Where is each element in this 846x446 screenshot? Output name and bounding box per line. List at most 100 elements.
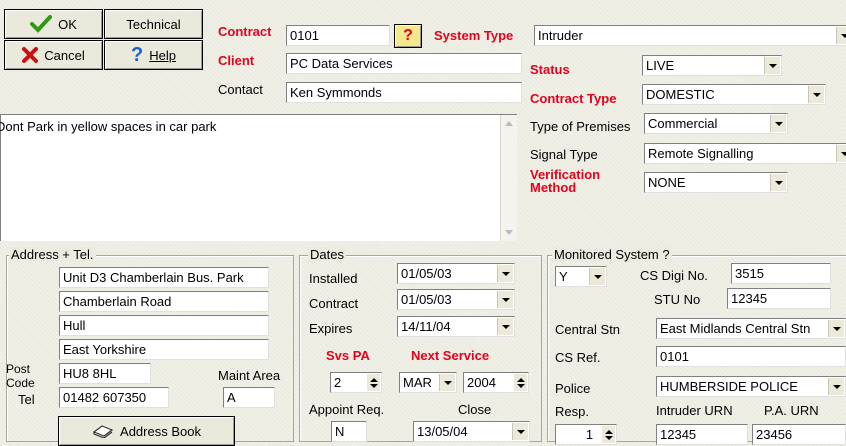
cancel-label: Cancel bbox=[44, 47, 85, 63]
chevron-down-icon bbox=[512, 423, 528, 440]
spin-arrows-icon[interactable] bbox=[367, 374, 380, 391]
notes-text: Dont Park in yellow spaces in car park bbox=[0, 119, 217, 134]
client-field[interactable]: PC Data Services bbox=[286, 53, 522, 74]
contract-date-label: Contract bbox=[309, 296, 359, 311]
monitored-group-title: Monitored System ? bbox=[552, 247, 672, 262]
next-service-year-spinner[interactable]: 2004 bbox=[463, 372, 529, 393]
technical-label: Technical bbox=[126, 16, 181, 32]
expires-label: Expires bbox=[309, 321, 353, 336]
spin-arrows-icon[interactable] bbox=[602, 426, 615, 443]
resp-label: Resp. bbox=[555, 404, 589, 419]
address-book-button[interactable]: Address Book bbox=[58, 416, 235, 446]
contract-type-label: Contract Type bbox=[530, 91, 617, 106]
chevron-down-icon bbox=[497, 291, 513, 308]
pa-urn-field[interactable]: 23456 bbox=[752, 424, 846, 445]
chevron-down-icon bbox=[497, 265, 513, 282]
next-service-label: Next Service bbox=[411, 348, 490, 363]
chevron-down-icon bbox=[836, 27, 846, 44]
cs-ref-label: CS Ref. bbox=[555, 350, 601, 365]
technical-button[interactable]: Technical bbox=[104, 9, 203, 39]
system-type-select[interactable]: Intruder bbox=[534, 25, 846, 46]
chevron-down-icon bbox=[828, 378, 844, 395]
ok-label: OK bbox=[58, 16, 77, 32]
spin-arrows-icon[interactable] bbox=[514, 374, 527, 391]
checkmark-icon bbox=[30, 15, 53, 33]
maint-area-label: Maint Area bbox=[218, 368, 281, 383]
contract-date-field[interactable]: 01/05/03 bbox=[397, 289, 515, 310]
contract-type-select[interactable]: DOMESTIC bbox=[642, 84, 826, 105]
verification-select[interactable]: NONE bbox=[644, 172, 788, 193]
intruder-urn-label: Intruder URN bbox=[656, 403, 733, 418]
tel-label: Tel bbox=[18, 392, 35, 407]
pa-urn-label: P.A. URN bbox=[764, 403, 819, 418]
notes-scrollbar[interactable] bbox=[500, 115, 517, 241]
chevron-down-icon bbox=[828, 320, 844, 337]
chevron-down-icon bbox=[770, 115, 786, 132]
client-label: Client bbox=[218, 53, 255, 68]
premises-label: Type of Premises bbox=[530, 119, 631, 134]
close-date-field[interactable]: 13/05/04 bbox=[413, 421, 530, 442]
installed-label: Installed bbox=[309, 271, 358, 286]
address-line-3[interactable]: Hull bbox=[59, 315, 269, 336]
monitored-select[interactable]: Y bbox=[555, 266, 607, 287]
help-label: Help bbox=[149, 47, 176, 63]
installed-date-field[interactable]: 01/05/03 bbox=[397, 263, 515, 284]
cs-digi-label: CS Digi No. bbox=[640, 268, 708, 283]
svs-pa-label: Svs PA bbox=[326, 348, 370, 363]
expires-date-field[interactable]: 14/11/04 bbox=[397, 316, 515, 337]
appoint-req-label: Appoint Req. bbox=[309, 402, 385, 417]
chevron-down-icon bbox=[770, 174, 786, 191]
question-mark-icon: ? bbox=[403, 27, 413, 44]
next-service-month-select[interactable]: MAR bbox=[399, 372, 457, 393]
stu-no-field[interactable]: 12345 bbox=[727, 288, 831, 309]
central-stn-label: Central Stn bbox=[555, 322, 621, 337]
signal-type-label: Signal Type bbox=[530, 147, 598, 162]
central-stn-select[interactable]: East Midlands Central Stn bbox=[656, 318, 846, 339]
appoint-req-field[interactable]: N bbox=[331, 421, 367, 442]
address-book-label: Address Book bbox=[120, 423, 201, 439]
chevron-down-icon bbox=[836, 145, 846, 162]
contract-label: Contract bbox=[218, 24, 272, 39]
ok-button[interactable]: OK bbox=[4, 9, 103, 39]
postcode-field[interactable]: HU8 8HL bbox=[59, 363, 151, 384]
intruder-urn-field[interactable]: 12345 bbox=[656, 424, 748, 445]
book-icon bbox=[92, 425, 114, 438]
scroll-up-icon[interactable] bbox=[505, 121, 513, 126]
address-line-1[interactable]: Unit D3 Chamberlain Bus. Park bbox=[59, 267, 269, 288]
chevron-down-icon bbox=[808, 86, 824, 103]
scroll-down-icon[interactable] bbox=[505, 230, 513, 235]
svs-pa-spinner[interactable]: 2 bbox=[330, 372, 382, 393]
chevron-down-icon bbox=[439, 374, 455, 391]
police-label: Police bbox=[555, 381, 591, 396]
cs-ref-field[interactable]: 0101 bbox=[656, 346, 846, 367]
contact-field[interactable]: Ken Symmonds bbox=[286, 82, 522, 103]
stu-no-label: STU No bbox=[654, 292, 701, 307]
cs-digi-field[interactable]: 3515 bbox=[731, 263, 831, 284]
contract-field[interactable]: 0101 bbox=[286, 25, 390, 46]
chevron-down-icon bbox=[764, 57, 780, 74]
dates-group-title: Dates bbox=[308, 247, 346, 262]
verification-label: Verification Method bbox=[530, 167, 601, 195]
status-label: Status bbox=[530, 62, 570, 77]
contract-lookup-button[interactable]: ? bbox=[394, 24, 422, 48]
system-type-label: System Type bbox=[434, 28, 514, 43]
police-select[interactable]: HUMBERSIDE POLICE bbox=[656, 376, 846, 397]
cancel-button[interactable]: Cancel bbox=[4, 40, 103, 70]
signal-type-select[interactable]: Remote Signalling bbox=[644, 143, 846, 164]
status-select[interactable]: LIVE bbox=[642, 55, 782, 76]
cross-icon bbox=[22, 47, 39, 63]
help-button[interactable]: ? Help bbox=[104, 40, 203, 70]
address-line-2[interactable]: Chamberlain Road bbox=[59, 291, 269, 312]
premises-select[interactable]: Commercial bbox=[644, 113, 788, 134]
address-group-title: Address + Tel. bbox=[9, 247, 96, 262]
tel-field[interactable]: 01482 607350 bbox=[59, 387, 169, 408]
maint-area-field[interactable]: A bbox=[223, 387, 275, 408]
postcode-label: Post Code bbox=[6, 362, 35, 390]
chevron-down-icon bbox=[497, 318, 513, 335]
chevron-down-icon bbox=[589, 268, 605, 285]
question-mark-icon: ? bbox=[131, 43, 144, 66]
resp-spinner[interactable]: 1 bbox=[555, 424, 617, 445]
notes-textarea[interactable]: Dont Park in yellow spaces in car park bbox=[0, 114, 517, 241]
close-label: Close bbox=[458, 402, 492, 417]
address-line-4[interactable]: East Yorkshire bbox=[59, 339, 269, 360]
